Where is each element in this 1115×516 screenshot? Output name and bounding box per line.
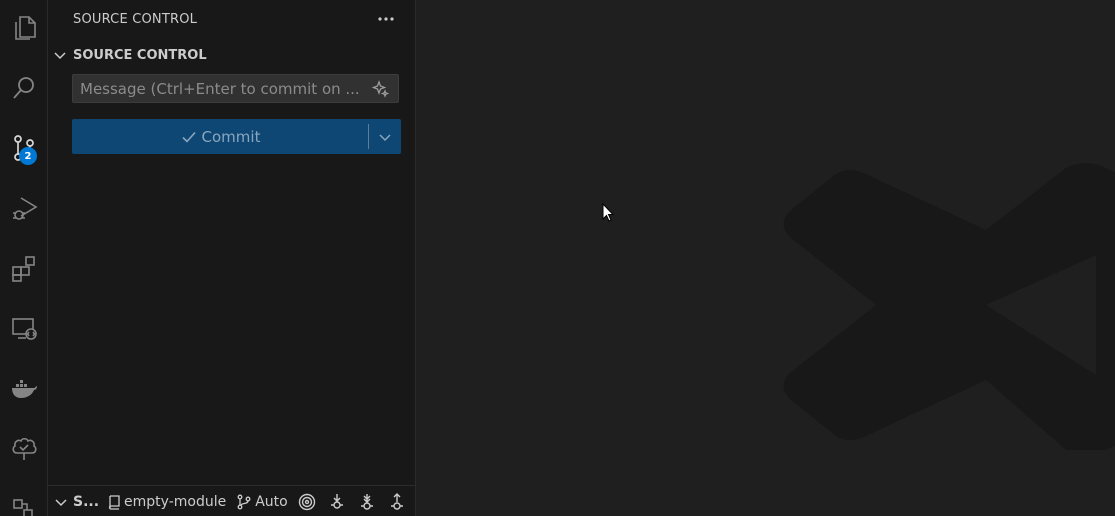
commit-message-box: [72, 74, 399, 103]
fetch-button[interactable]: [328, 493, 346, 511]
chevron-down-icon: [379, 133, 391, 141]
pull-icon: [360, 493, 373, 510]
ellipsis-icon: [378, 17, 394, 21]
editor-area[interactable]: [416, 0, 1115, 516]
activity-remote-explorer[interactable]: [0, 304, 47, 352]
activity-structure[interactable]: [0, 484, 47, 516]
sidebar-title: SOURCE CONTROL: [73, 12, 198, 27]
activity-extensions[interactable]: [0, 244, 47, 292]
bottom-section-toggle[interactable]: S...: [53, 494, 99, 510]
section-header-label: SOURCE CONTROL: [73, 47, 207, 63]
chevron-down-icon: [54, 52, 66, 60]
activity-explorer[interactable]: [0, 4, 47, 52]
bottom-section-label: S...: [73, 493, 100, 510]
repo-name: empty-module: [124, 493, 227, 510]
docker-icon: [11, 380, 37, 398]
repo-item[interactable]: empty-module: [106, 494, 226, 510]
fetch-icon: [330, 493, 343, 509]
commit-button-label: Commit: [201, 127, 261, 146]
commit-message-input[interactable]: [80, 75, 360, 102]
extensions-icon: [11, 256, 35, 282]
push-button[interactable]: [388, 492, 406, 511]
branch-mode-label: Auto: [255, 493, 288, 510]
section-header-source-control[interactable]: SOURCE CONTROL: [52, 44, 412, 66]
activity-docker[interactable]: [0, 364, 47, 412]
activity-testing[interactable]: [0, 424, 47, 472]
commit-button-group: Commit: [72, 119, 401, 154]
source-control-badge: 2: [19, 147, 37, 165]
repo-icon: [108, 494, 120, 510]
mouse-cursor-icon: [602, 203, 614, 222]
target-icon: [298, 493, 315, 510]
bottom-section-bar: S... empty-module Auto: [48, 485, 434, 516]
vscode-logo-watermark: [783, 163, 1115, 450]
push-icon: [390, 492, 403, 510]
run-debug-icon: [12, 197, 38, 220]
sidebar: SOURCE CONTROL SOURCE CONTROL Commit: [48, 0, 434, 516]
remote-explorer-icon: [11, 318, 37, 340]
tree-check-icon: [11, 437, 37, 460]
more-actions-button[interactable]: [374, 8, 398, 30]
vscode-window: 2 SOURCE CONTROL SOURCE CONTROL Message …: [0, 0, 1115, 516]
commit-button[interactable]: Commit: [72, 119, 368, 154]
activity-search[interactable]: [0, 64, 47, 112]
chevron-down-icon: [55, 498, 67, 506]
sparkle-icon[interactable]: [371, 80, 389, 98]
structure-icon: [12, 499, 33, 516]
target-button[interactable]: [298, 493, 316, 511]
branch-mode-item[interactable]: Auto: [236, 494, 288, 510]
activity-run-debug[interactable]: [0, 184, 47, 232]
files-icon: [14, 16, 36, 40]
branch-icon: [237, 494, 251, 509]
pull-button[interactable]: [358, 493, 376, 511]
search-icon: [12, 77, 34, 99]
activity-bar: 2: [0, 0, 48, 516]
commit-dropdown-button[interactable]: [369, 119, 401, 154]
check-icon: [181, 131, 196, 143]
